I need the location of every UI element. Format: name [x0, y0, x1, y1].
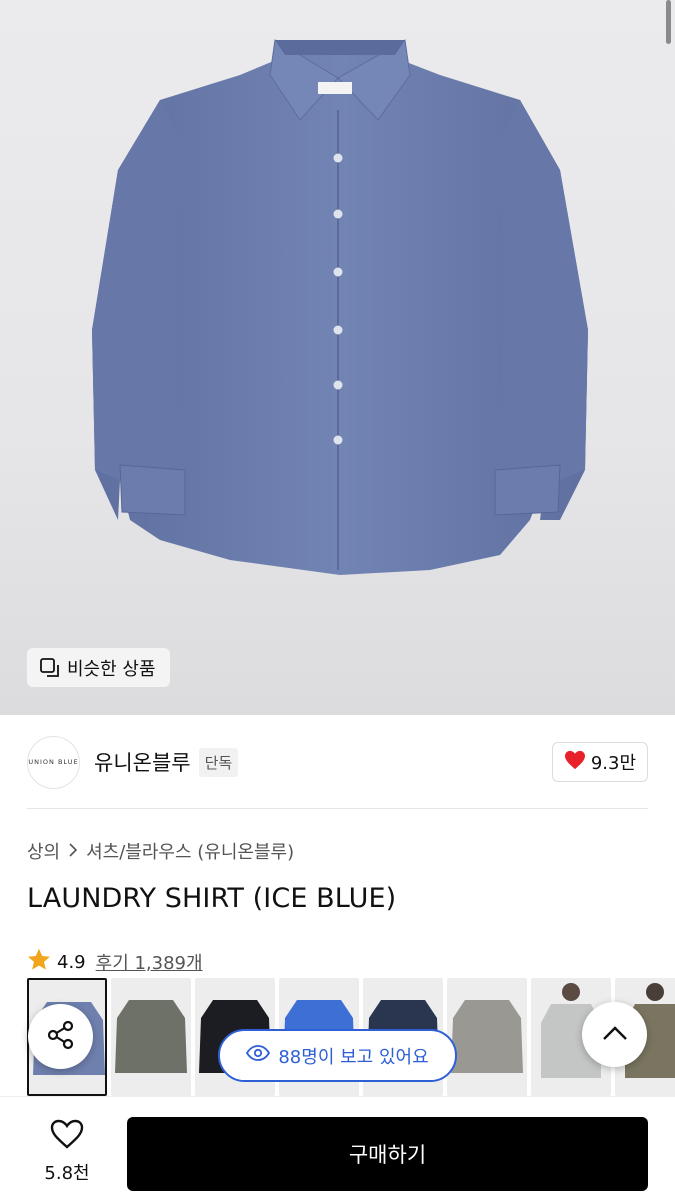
divider: [27, 808, 648, 809]
buy-button[interactable]: 구매하기: [127, 1117, 648, 1191]
brand-name[interactable]: 유니온블루: [94, 747, 191, 777]
shirt-illustration: [92, 39, 588, 575]
brand-row: UNION BLUE 유니온블루 단독 9.3만: [27, 734, 648, 790]
wishlist-button[interactable]: 5.8천: [35, 1119, 99, 1185]
brand-like-count: 9.3만: [590, 753, 636, 774]
breadcrumb-item-top[interactable]: 상의: [27, 838, 60, 864]
brand-like-button[interactable]: 9.3만: [551, 742, 648, 782]
product-title: LAUNDRY SHIRT (ICE BLUE): [27, 883, 397, 914]
thumbnail-grey[interactable]: [447, 978, 527, 1096]
exclusive-badge: 단독: [198, 747, 239, 777]
breadcrumb-item-category[interactable]: 셔츠/블라우스 (유니온블루): [86, 838, 294, 864]
viewers-label: 88명이 보고 있어요: [278, 1046, 429, 1068]
chevron-up-icon: [602, 1025, 628, 1045]
thumbnail-olive-grey[interactable]: [111, 978, 191, 1096]
copy-icon: [39, 657, 61, 679]
viewers-badge: 88명이 보고 있어요: [218, 1029, 457, 1082]
scrollbar-thumb[interactable]: [666, 0, 671, 44]
heart-outline-icon: [50, 1119, 84, 1153]
wishlist-count: 5.8천: [44, 1163, 90, 1184]
chevron-right-icon: [68, 841, 78, 862]
bottom-action-bar: 5.8천 구매하기: [0, 1096, 675, 1200]
shirt-left-sleeve: [92, 100, 185, 515]
scroll-to-top-button[interactable]: [582, 1002, 647, 1067]
brand-logo-text: UNION BLUE: [28, 758, 79, 766]
buy-button-label: 구매하기: [348, 1143, 427, 1167]
share-icon: [45, 1019, 77, 1055]
share-button[interactable]: [28, 1004, 93, 1069]
star-icon: [27, 948, 51, 976]
rating-score: 4.9: [57, 951, 86, 973]
brand-logo[interactable]: UNION BLUE: [27, 735, 80, 789]
similar-products-label: 비슷한 상품: [67, 658, 156, 680]
heart-icon: [564, 750, 586, 775]
similar-products-button[interactable]: 비슷한 상품: [27, 648, 170, 687]
eye-icon: [246, 1045, 271, 1066]
product-hero-image[interactable]: 비슷한 상품: [0, 0, 675, 715]
rating-row: 4.9 후기 1,389개: [27, 948, 203, 976]
reviews-link[interactable]: 후기 1,389개: [96, 949, 203, 975]
shirt-right-sleeve: [495, 100, 588, 515]
breadcrumb: 상의 셔츠/블라우스 (유니온블루): [27, 838, 294, 864]
